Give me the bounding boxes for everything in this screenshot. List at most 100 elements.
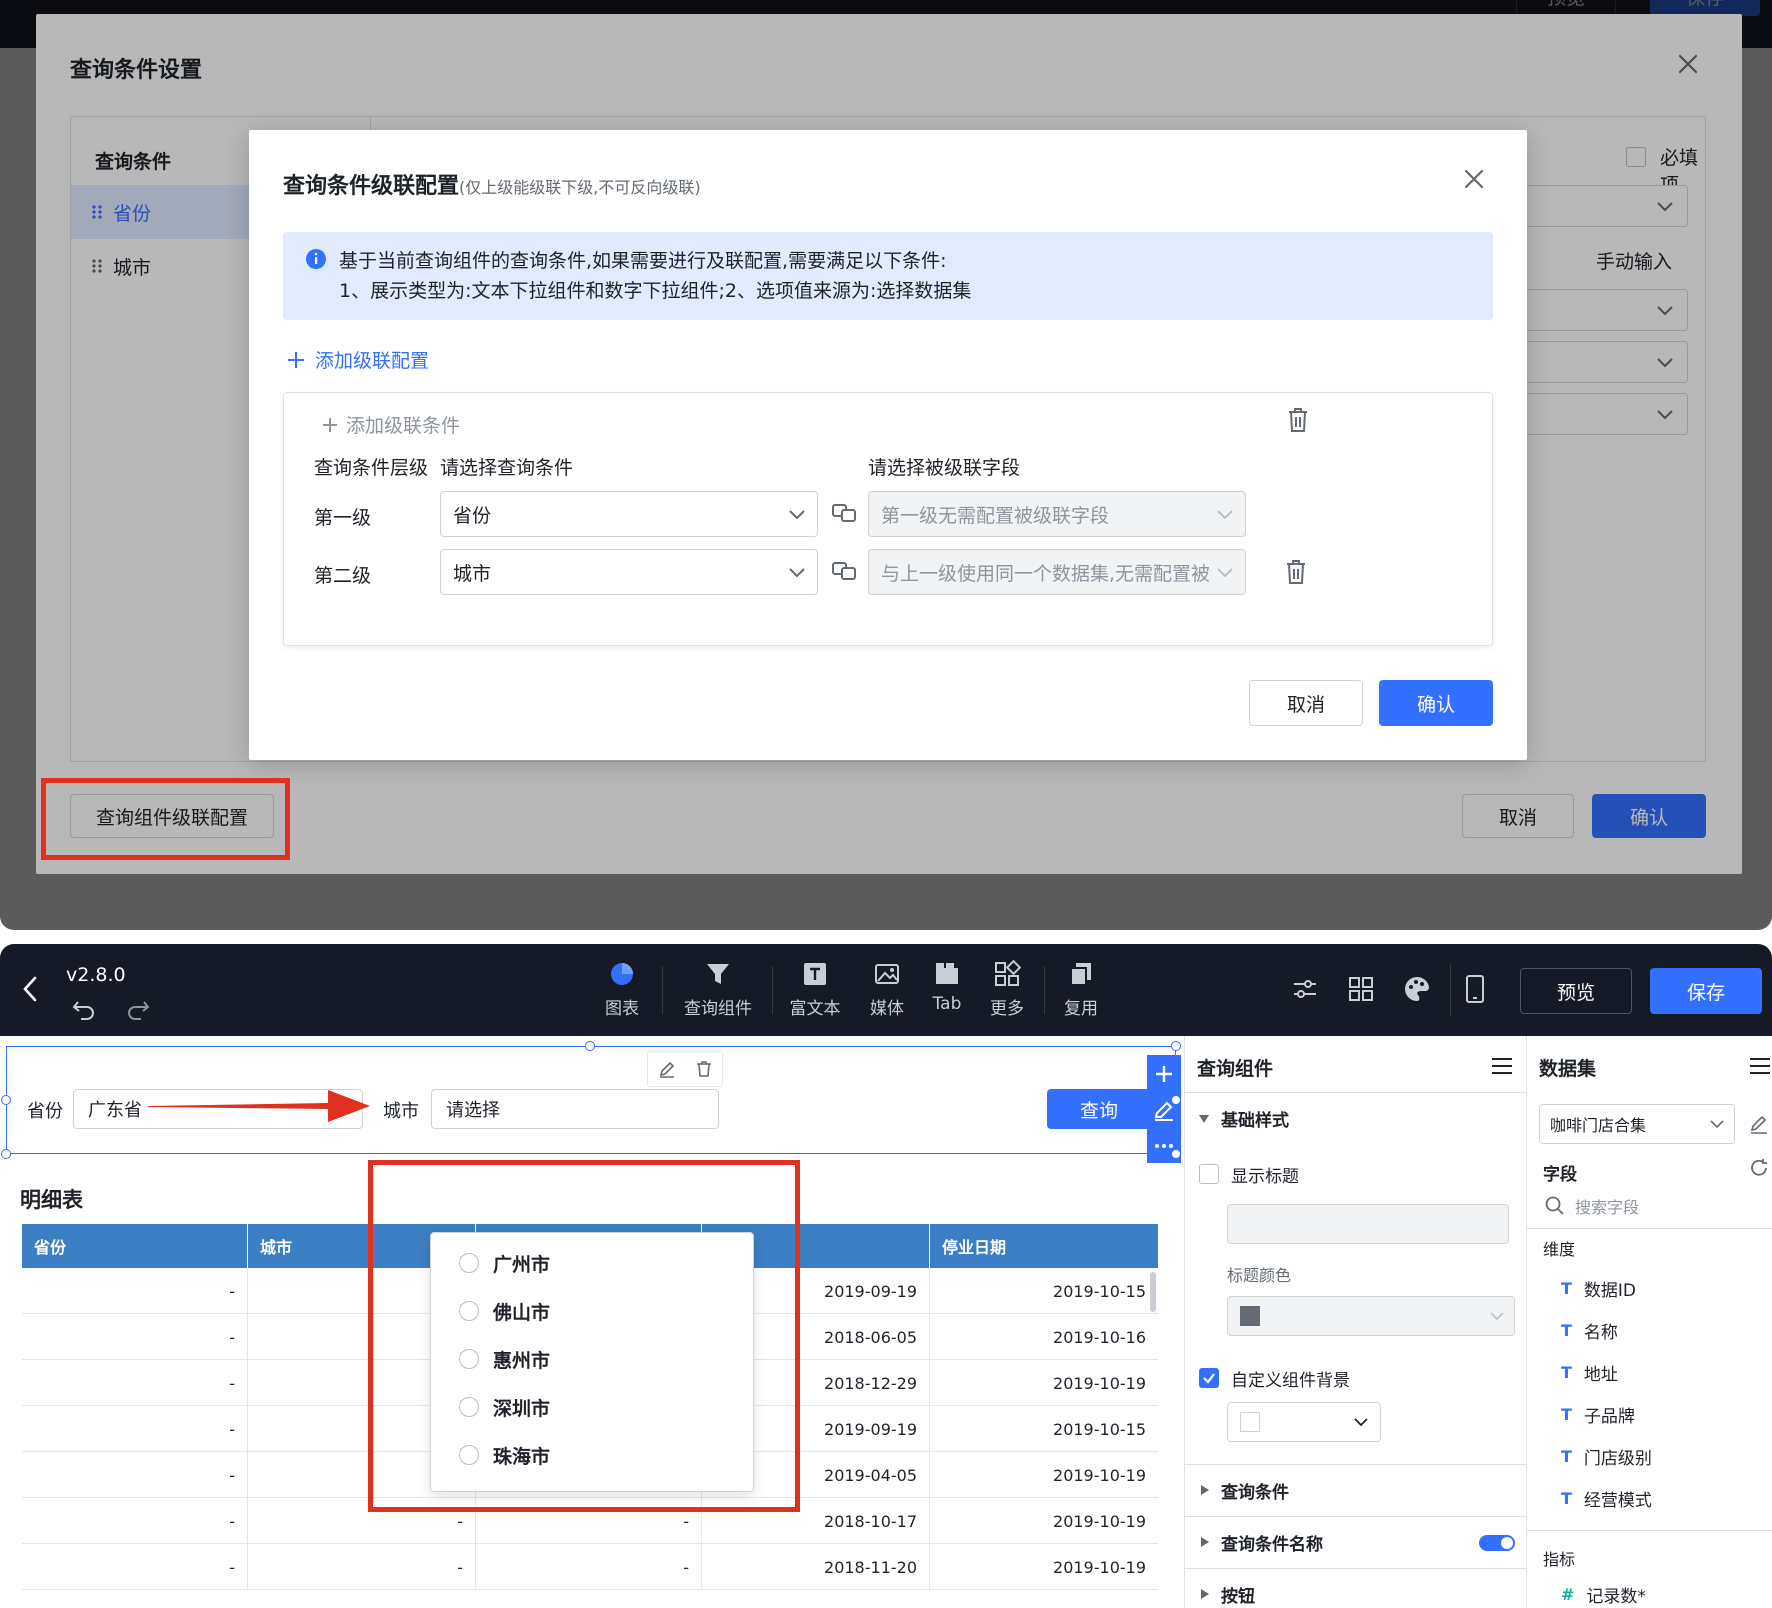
highlight-box [41, 778, 290, 860]
dimension-field[interactable]: T 子品牌 [1561, 1402, 1635, 1427]
city-label: 城市 [383, 1101, 419, 1122]
city-select[interactable]: 请选择 [431, 1089, 719, 1129]
tool-reuse[interactable]: 复用 [1046, 960, 1116, 1019]
collapse-panel-icon[interactable] [1749, 1056, 1771, 1076]
condition-select-level1[interactable]: 省份 [440, 491, 818, 537]
redo-icon[interactable] [126, 998, 150, 1020]
undo-icon[interactable] [72, 998, 96, 1020]
title-color-picker[interactable] [1227, 1296, 1515, 1336]
theme-palette-icon[interactable] [1402, 974, 1432, 1004]
dimension-field[interactable]: T 地址 [1561, 1360, 1618, 1385]
toolbar-divider [1450, 964, 1451, 1016]
table-cell: - [22, 1360, 248, 1406]
table-cell: 2019-10-19 [1053, 1557, 1146, 1577]
dimension-field[interactable]: T 经营模式 [1561, 1486, 1652, 1511]
chevron-down-icon [1354, 1418, 1368, 1427]
field-name: 地址 [1583, 1365, 1618, 1385]
show-title-checkbox[interactable] [1199, 1164, 1219, 1184]
delete-icon[interactable] [695, 1060, 713, 1078]
bottom-screenshot: v2.8.0 图表 查询组件 富文本 媒体 Tab 更多 复用 预览 保存 省份… [0, 944, 1772, 1608]
delete-row-icon[interactable] [1284, 559, 1308, 585]
condition-select-level2[interactable]: 城市 [440, 549, 818, 595]
edit-icon[interactable] [1749, 1114, 1769, 1134]
tool-chart[interactable]: 图表 [587, 960, 657, 1019]
resize-handle[interactable] [1171, 1041, 1181, 1051]
col-level-header: 查询条件层级 [314, 457, 429, 479]
dimension-field[interactable]: T 门店级别 [1561, 1444, 1652, 1469]
caret-down-icon [1199, 1115, 1209, 1123]
field-search[interactable]: 搜索字段 [1539, 1188, 1769, 1224]
add-condition-label: 添加级联条件 [346, 415, 461, 437]
fields-label: 字段 [1543, 1165, 1577, 1185]
add-cascade-condition-link[interactable]: 添加级联条件 [322, 411, 460, 438]
resize-handle[interactable] [1171, 1095, 1181, 1105]
add-cascade-config-link[interactable]: 添加级联配置 [287, 346, 429, 373]
cascaded-field-select-level2[interactable]: 与上一级使用同一个数据集,无需配置被级联 [868, 549, 1246, 595]
close-icon[interactable] [1461, 166, 1487, 192]
chevron-down-icon [1490, 1312, 1504, 1321]
table-cell: - [476, 1544, 702, 1590]
tool-rich-text[interactable]: 富文本 [780, 960, 850, 1019]
top-screenshot: 预览 保存 查询条件设置 查询条件 省份 城市 必填项 [0, 0, 1772, 930]
province-label: 省份 [27, 1101, 63, 1122]
tool-more[interactable]: 更多 [972, 960, 1042, 1019]
tool-query[interactable]: 查询组件 [680, 960, 756, 1019]
table-header-cell[interactable]: 停业日期 [930, 1224, 1158, 1268]
resize-handle[interactable] [1, 1149, 11, 1159]
bg-color-picker[interactable] [1227, 1402, 1381, 1442]
table-row[interactable]: - - -2018-11-20 2019-10-19 [22, 1544, 1158, 1590]
preview-button[interactable]: 预览 [1520, 968, 1632, 1014]
section-query-conditions[interactable]: 查询条件 [1185, 1464, 1526, 1516]
city-placeholder: 请选择 [446, 1100, 500, 1121]
delete-card-icon[interactable] [1286, 407, 1310, 433]
cascaded-field-select-level1[interactable]: 第一级无需配置被级联字段 [868, 491, 1246, 537]
edit-icon[interactable] [658, 1060, 676, 1078]
metric-field[interactable]: # 记录数* [1561, 1582, 1646, 1607]
caret-right-icon [1201, 1589, 1209, 1599]
panel-title: 数据集 [1539, 1058, 1597, 1080]
table-cell: 2019-10-15 [1053, 1419, 1146, 1439]
section-condition-name[interactable]: 查询条件名称 [1185, 1516, 1526, 1568]
editor-toolbar: v2.8.0 图表 查询组件 富文本 媒体 Tab 更多 复用 预览 保存 [0, 944, 1772, 1036]
save-button[interactable]: 保存 [1650, 968, 1762, 1014]
section-button[interactable]: 按钮 [1185, 1568, 1526, 1608]
refresh-icon[interactable] [1749, 1158, 1769, 1178]
row-level-label: 第一级 [314, 507, 372, 529]
search-icon [1545, 1196, 1564, 1215]
table-cell: - [22, 1406, 248, 1452]
cascade-confirm-button[interactable]: 确认 [1379, 680, 1493, 726]
dimension-field[interactable]: T 名称 [1561, 1318, 1618, 1343]
image-icon [875, 964, 899, 984]
custom-bg-checkbox[interactable] [1199, 1368, 1219, 1388]
select-value: 与上一级使用同一个数据集,无需配置被级联 [881, 562, 1211, 585]
mobile-layout-icon[interactable] [1464, 974, 1486, 1004]
text-icon [804, 963, 826, 985]
tool-label: 更多 [990, 999, 1024, 1019]
title-color-label: 标题颜色 [1227, 1266, 1292, 1285]
toolbar-divider [1044, 966, 1045, 1014]
section-label: 按钮 [1221, 1587, 1255, 1607]
back-icon[interactable] [20, 974, 40, 1004]
resize-handle[interactable] [1, 1095, 11, 1105]
plus-icon[interactable] [1153, 1063, 1175, 1085]
plus-icon [288, 351, 304, 368]
table-header-cell[interactable]: 省份 [22, 1224, 248, 1268]
layout-icon[interactable] [1348, 976, 1374, 1002]
cascade-config-dialog: 查询条件级联配置(仅上级能级联下级,不可反向级联) 基于当前查询组件的查询条件,… [249, 130, 1527, 760]
query-button[interactable]: 查询 [1047, 1089, 1151, 1129]
title-input[interactable] [1227, 1204, 1509, 1244]
toggle-switch[interactable] [1479, 1535, 1515, 1551]
collapse-panel-icon[interactable] [1491, 1056, 1513, 1076]
tool-label: 媒体 [870, 999, 904, 1019]
table-cell: - [22, 1314, 248, 1360]
cascade-cancel-button[interactable]: 取消 [1249, 680, 1363, 726]
dataset-name: 咖啡门店合集 [1550, 1116, 1647, 1135]
resize-handle[interactable] [585, 1041, 595, 1051]
dimension-field[interactable]: T 数据ID [1561, 1276, 1636, 1301]
settings-sliders-icon[interactable] [1292, 976, 1318, 1002]
dataset-select[interactable]: 咖啡门店合集 [1539, 1104, 1735, 1144]
table-scrollbar[interactable] [1150, 1272, 1156, 1312]
section-basic-style[interactable]: 基础样式 [1185, 1092, 1526, 1144]
province-value: 广东省 [88, 1100, 142, 1121]
resize-handle[interactable] [1171, 1149, 1181, 1159]
